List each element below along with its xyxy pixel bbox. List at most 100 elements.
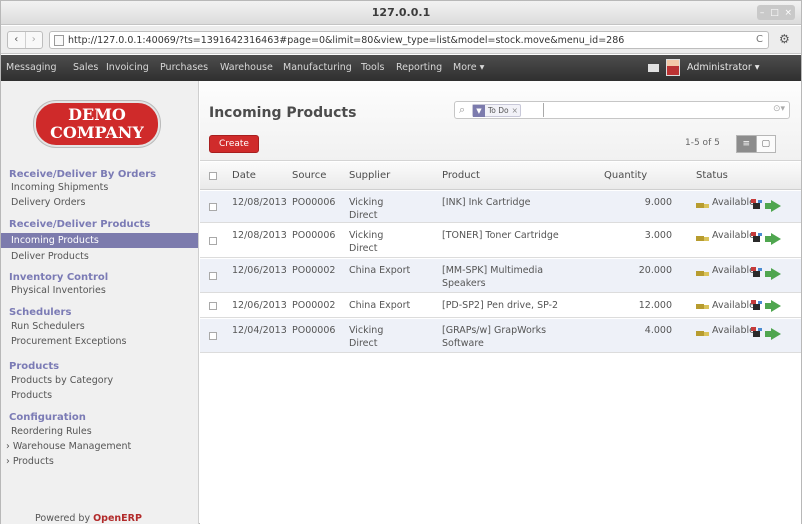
process-arrow-icon[interactable]: [765, 328, 781, 340]
menu-manufacturing[interactable]: Manufacturing: [283, 62, 352, 73]
cell-source: PO00006: [292, 325, 336, 336]
sidebar-item-procurement-exceptions[interactable]: Procurement Exceptions: [1, 336, 198, 351]
row-checkbox[interactable]: [209, 272, 217, 280]
back-button[interactable]: ‹: [8, 32, 25, 48]
cell-quantity: 3.000: [644, 230, 672, 241]
sidebar-item-products-by-category[interactable]: Products by Category: [1, 375, 198, 390]
page-title: Incoming Products: [209, 105, 357, 121]
row-checkbox[interactable]: [209, 237, 217, 245]
pager[interactable]: 1-5 of 5: [685, 138, 720, 148]
search-icon[interactable]: ⌕: [459, 103, 465, 117]
forward-button[interactable]: ›: [24, 32, 43, 48]
browser-window: 127.0.0.1 – □ × ‹ › http://127.0.0.1:400…: [0, 0, 802, 524]
list-view-button[interactable]: ≡: [736, 135, 757, 153]
sidebar-section-receive-deliver-products: Receive/Deliver Products: [9, 219, 151, 230]
gear-icon[interactable]: ⚙: [779, 32, 790, 46]
minimize-icon[interactable]: –: [760, 8, 765, 18]
process-arrow-icon[interactable]: [765, 200, 781, 212]
cell-date: 12/06/2013: [232, 265, 287, 276]
sidebar-item-delivery-orders[interactable]: Delivery Orders: [1, 197, 198, 212]
table-row[interactable]: 12/06/2013 PO00002 China Export [PD-SP2]…: [200, 294, 801, 318]
history-buttons: ‹ ›: [7, 31, 43, 49]
process-arrow-icon[interactable]: [765, 233, 781, 245]
menu-more[interactable]: More ▾: [453, 62, 484, 73]
column-date[interactable]: Date: [232, 170, 256, 181]
openerp-link[interactable]: OpenERP: [93, 513, 142, 524]
form-view-button[interactable]: ▢: [756, 135, 776, 153]
table-row[interactable]: 12/06/2013 PO00002 China Export [MM-SPK]…: [200, 259, 801, 293]
menu-sales[interactable]: Sales: [73, 62, 98, 73]
cell-date: 12/08/2013: [232, 230, 287, 241]
column-supplier[interactable]: Supplier: [349, 170, 390, 181]
menu-reporting[interactable]: Reporting: [396, 62, 442, 73]
company-logo[interactable]: DEMO COMPANY: [34, 101, 160, 147]
page-icon: [54, 35, 64, 46]
close-icon[interactable]: ×: [785, 8, 793, 18]
search-facet[interactable]: ▼ To Do ×: [472, 104, 521, 117]
menu-purchases[interactable]: Purchases: [160, 62, 208, 73]
row-checkbox[interactable]: [209, 302, 217, 310]
address-bar[interactable]: http://127.0.0.1:40069/?ts=1391642316463…: [49, 31, 769, 49]
user-menu[interactable]: Administrator ▾: [687, 62, 760, 73]
cell-supplier: Vicking Direct: [349, 325, 384, 349]
avatar[interactable]: [666, 59, 680, 76]
process-arrow-icon[interactable]: [765, 268, 781, 280]
sidebar-item-incoming-products[interactable]: Incoming Products: [1, 233, 198, 248]
sidebar-item-warehouse-management[interactable]: › Warehouse Management: [1, 441, 198, 456]
window-controls[interactable]: – □ ×: [757, 5, 795, 20]
sidebar-item-deliver-products[interactable]: Deliver Products: [1, 251, 198, 266]
maximize-icon[interactable]: □: [770, 8, 779, 18]
scrap-products-icon[interactable]: [751, 199, 762, 211]
sidebar-item-incoming-shipments[interactable]: Incoming Shipments: [1, 182, 198, 197]
cell-product: [TONER] Toner Cartridge: [442, 230, 559, 241]
table-row[interactable]: 12/08/2013 PO00006 Vicking Direct [TONER…: [200, 224, 801, 258]
column-status[interactable]: Status: [696, 170, 728, 181]
cell-supplier: China Export: [349, 265, 411, 276]
table-row[interactable]: 12/08/2013 PO00006 Vicking Direct [INK] …: [200, 191, 801, 223]
menu-invoicing[interactable]: Invoicing: [106, 62, 149, 73]
scrap-products-icon[interactable]: [751, 300, 762, 312]
cell-source: PO00006: [292, 230, 336, 241]
menu-tools[interactable]: Tools: [361, 62, 384, 73]
menu-warehouse[interactable]: Warehouse: [220, 62, 273, 73]
search-input[interactable]: [543, 103, 544, 117]
sidebar-section-configuration: Configuration: [9, 412, 86, 423]
cell-date: 12/04/2013: [232, 325, 287, 336]
powered-by-text: Powered by: [35, 513, 91, 524]
sidebar-item-physical-inventories[interactable]: Physical Inventories: [1, 285, 198, 300]
cell-quantity: 12.000: [638, 300, 672, 311]
select-all-checkbox[interactable]: [209, 172, 217, 180]
sidebar-item-run-schedulers[interactable]: Run Schedulers: [1, 321, 198, 336]
scrap-products-icon[interactable]: [751, 327, 762, 339]
sidebar-section-receive-deliver-orders: Receive/Deliver By Orders: [9, 169, 157, 180]
sidebar-item-config-products[interactable]: › Products: [1, 456, 198, 471]
url-text[interactable]: http://127.0.0.1:40069/?ts=1391642316463…: [68, 35, 624, 46]
top-menu: Messaging Sales Invoicing Purchases Ware…: [1, 55, 801, 81]
logo-line-2: COMPANY: [50, 123, 144, 142]
menu-messaging[interactable]: Messaging: [6, 62, 56, 73]
row-checkbox[interactable]: [209, 332, 217, 340]
column-product[interactable]: Product: [442, 170, 480, 181]
reload-button[interactable]: C: [756, 34, 763, 45]
table-row[interactable]: 12/04/2013 PO00006 Vicking Direct [GRAPs…: [200, 319, 801, 353]
sidebar-item-reordering-rules[interactable]: Reordering Rules: [1, 426, 198, 441]
search-options-icon[interactable]: ⊙▾: [773, 104, 785, 114]
sidebar-item-products[interactable]: Products: [1, 390, 198, 405]
facet-remove-icon[interactable]: ×: [512, 106, 520, 115]
scrap-products-icon[interactable]: [751, 232, 762, 244]
process-arrow-icon[interactable]: [765, 300, 781, 312]
row-checkbox[interactable]: [209, 203, 217, 211]
cell-source: PO00002: [292, 300, 336, 311]
create-button[interactable]: Create: [209, 135, 259, 153]
mail-icon[interactable]: [648, 64, 659, 72]
sidebar-section-inventory-control: Inventory Control: [9, 272, 109, 283]
scrap-products-icon[interactable]: [751, 267, 762, 279]
cell-product: [MM-SPK] Multimedia Speakers: [442, 265, 544, 289]
cell-date: 12/08/2013: [232, 197, 287, 208]
browser-toolbar: ‹ › http://127.0.0.1:40069/?ts=139164231…: [1, 26, 801, 54]
column-source[interactable]: Source: [292, 170, 326, 181]
truck-icon: [696, 302, 709, 311]
main-content: Incoming Products ⌕ ▼ To Do × ⊙▾ Create …: [200, 81, 801, 524]
column-quantity[interactable]: Quantity: [604, 170, 647, 181]
search-box[interactable]: ⌕ ▼ To Do × ⊙▾: [454, 101, 790, 119]
